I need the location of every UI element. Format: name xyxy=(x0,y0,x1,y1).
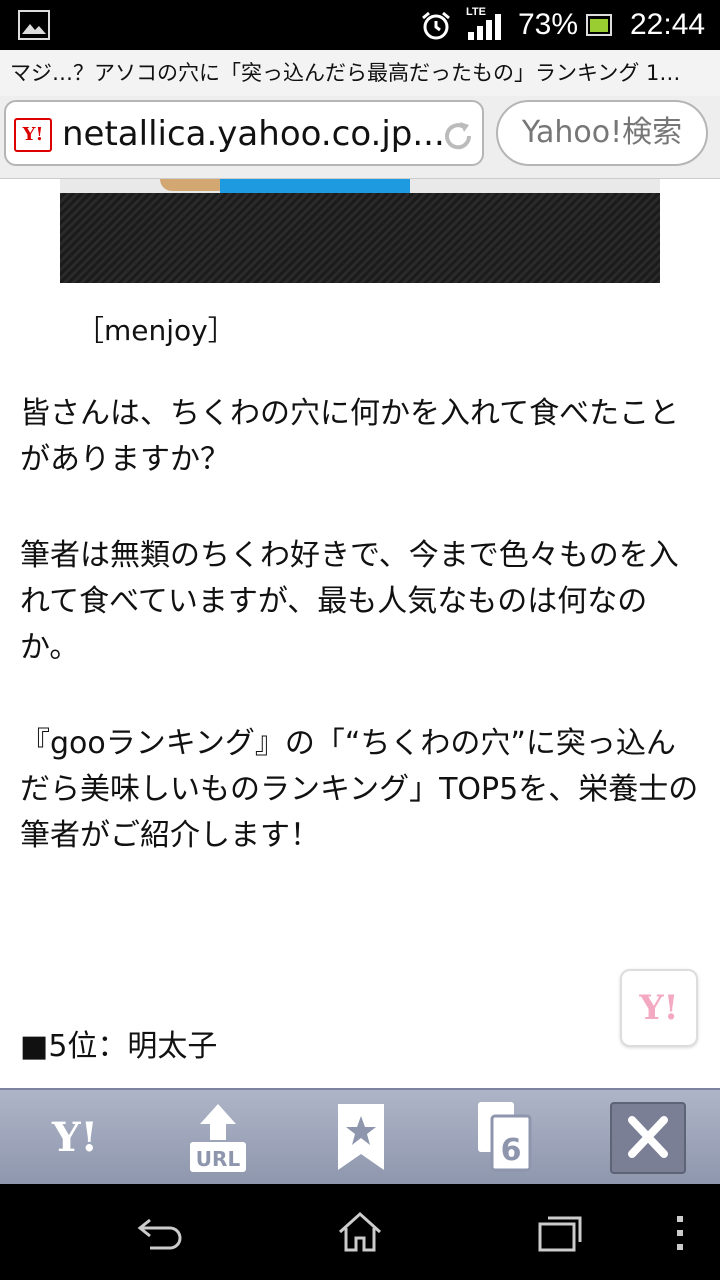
url-text: netallica.yahoo.co.jp... xyxy=(62,114,445,154)
close-icon xyxy=(628,1116,668,1158)
yahoo-float-button[interactable]: Y! xyxy=(620,969,698,1047)
bookmark-button[interactable] xyxy=(334,1100,388,1176)
browser-toolbar: Y! URL 6 xyxy=(0,1088,720,1186)
url-label: URL xyxy=(196,1147,241,1171)
tabs-count: 6 xyxy=(501,1133,522,1168)
yahoo-search-button[interactable]: Yahoo!検索 xyxy=(496,100,708,166)
image-caption: ［menjoy］ xyxy=(76,314,236,347)
status-bar: LTE 73% 22:44 xyxy=(0,0,720,50)
tabs-button[interactable]: 6 xyxy=(476,1100,536,1176)
article-image xyxy=(60,179,660,283)
home-icon[interactable] xyxy=(336,1210,384,1254)
rank-heading: ■5位：明太子 xyxy=(20,1029,218,1064)
alarm-clock-icon xyxy=(422,11,450,40)
tabs-icon: 6 xyxy=(478,1102,532,1172)
reload-icon[interactable] xyxy=(440,118,476,154)
menu-dots-icon[interactable] xyxy=(672,1214,688,1254)
url-share-button[interactable]: URL xyxy=(186,1100,250,1176)
navigation-bar xyxy=(0,1184,720,1280)
battery-icon xyxy=(586,14,612,36)
battery-percent: 73% xyxy=(518,8,579,41)
paragraph-1: 皆さんは、ちくわの穴に何かを入れて食べたことがありますか？ xyxy=(20,396,680,477)
image-icon xyxy=(18,10,50,40)
back-icon[interactable] xyxy=(136,1214,184,1250)
signal-icon xyxy=(468,14,501,40)
yahoo-home-button[interactable]: Y! xyxy=(38,1100,112,1176)
page-title: マジ…？アソコの穴に「突っ込んだら最高だったもの」ランキング 1… xyxy=(0,50,720,96)
url-field[interactable]: Y! netallica.yahoo.co.jp... xyxy=(4,100,484,166)
clock: 22:44 xyxy=(630,8,706,41)
paragraph-2: 筆者は無類のちくわ好きで、今まで色々ものを入れて食べていますが、最も人気なものは… xyxy=(20,538,679,665)
address-bar: Y! netallica.yahoo.co.jp... Yahoo!検索 xyxy=(0,96,720,179)
paragraph-3: 『gooランキング』の「“ちくわの穴”に突っ込んだら美味しいものランキング」TO… xyxy=(20,726,699,853)
recent-apps-icon[interactable] xyxy=(536,1214,584,1254)
url-upload-icon: URL xyxy=(190,1104,246,1172)
bookmark-star-icon xyxy=(338,1104,384,1170)
close-button[interactable] xyxy=(610,1102,686,1174)
article-content: ［menjoy］ 皆さんは、ちくわの穴に何かを入れて食べたことがありますか？ 筆… xyxy=(0,179,720,1088)
yahoo-favicon: Y! xyxy=(14,118,52,152)
